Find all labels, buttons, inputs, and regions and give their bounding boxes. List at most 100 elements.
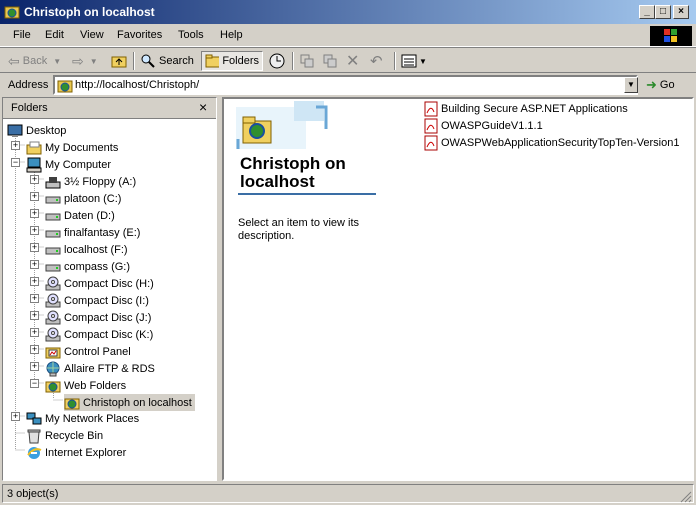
expand-toggle[interactable]: + bbox=[30, 175, 39, 184]
expand-toggle[interactable]: + bbox=[30, 328, 39, 337]
cd-icon bbox=[45, 327, 61, 341]
network-icon bbox=[26, 412, 42, 424]
copy-to-button[interactable] bbox=[322, 51, 338, 71]
delete-button[interactable]: ✕ bbox=[346, 51, 359, 71]
tree-item-my-computer[interactable]: My Computer bbox=[26, 156, 111, 173]
address-value: http://localhost/Christoph/ bbox=[75, 79, 200, 91]
forward-arrow-icon: ⇨ bbox=[72, 52, 84, 69]
tree-item-cd-j[interactable]: Compact Disc (J:) bbox=[45, 309, 151, 326]
collapse-toggle[interactable]: − bbox=[30, 379, 39, 388]
tree-label: Daten (D:) bbox=[64, 209, 115, 222]
tree-item-cd-h[interactable]: Compact Disc (H:) bbox=[45, 275, 154, 292]
tree-item-my-network-places[interactable]: My Network Places bbox=[26, 410, 139, 427]
content-pane[interactable]: Christoph on localhost Select an item to… bbox=[222, 97, 694, 481]
tree-label: Christoph on localhost bbox=[83, 396, 192, 409]
tree-item-floppy-a[interactable]: 3½ Floppy (A:) bbox=[45, 173, 136, 190]
back-button[interactable]: ⇦ Back ▼ bbox=[8, 51, 61, 71]
file-item[interactable]: OWASPWebApplicationSecurityTopTen-Versio… bbox=[424, 134, 679, 151]
file-name: OWASPGuideV1.1.1 bbox=[441, 119, 543, 132]
tree-item-drive-d[interactable]: Daten (D:) bbox=[45, 207, 115, 224]
file-item[interactable]: OWASPGuideV1.1.1 bbox=[424, 117, 543, 134]
expand-toggle[interactable]: + bbox=[30, 243, 39, 252]
tree-label: 3½ Floppy (A:) bbox=[64, 175, 137, 188]
up-folder-icon bbox=[111, 56, 127, 68]
folders-label: Folders bbox=[222, 55, 259, 67]
tree-label: My Network Places bbox=[45, 412, 140, 425]
menu-help[interactable]: Help bbox=[220, 29, 243, 41]
menu-favorites[interactable]: Favorites bbox=[117, 29, 162, 41]
expand-toggle[interactable]: + bbox=[30, 294, 39, 303]
toolbar-separator bbox=[133, 52, 135, 70]
drive-icon bbox=[45, 264, 61, 271]
views-button[interactable]: ▼ bbox=[401, 51, 427, 71]
move-to-button[interactable] bbox=[299, 51, 315, 71]
title-bar[interactable]: Christoph on localhost _ □ × bbox=[0, 0, 696, 24]
tree-item-drive-g[interactable]: compass (G:) bbox=[45, 258, 130, 275]
menu-tools[interactable]: Tools bbox=[178, 29, 204, 41]
menu-view[interactable]: View bbox=[80, 29, 104, 41]
expand-toggle[interactable]: + bbox=[30, 209, 39, 218]
search-button[interactable]: Search bbox=[140, 51, 194, 71]
menu-file[interactable]: File bbox=[13, 29, 31, 41]
expand-toggle[interactable]: + bbox=[30, 345, 39, 354]
expand-toggle[interactable]: + bbox=[30, 277, 39, 286]
up-folder-button[interactable] bbox=[111, 51, 127, 71]
tree-item-web-folders[interactable]: Web Folders bbox=[45, 377, 126, 394]
address-input[interactable]: http://localhost/Christoph/ bbox=[53, 75, 638, 95]
tree-item-desktop[interactable]: Desktop bbox=[7, 122, 66, 139]
folder-tree[interactable]: Desktop + My Documents − My Computer + 3… bbox=[3, 118, 216, 481]
minimize-button[interactable]: _ bbox=[639, 5, 655, 19]
tree-label: localhost (F:) bbox=[64, 243, 128, 256]
close-button[interactable]: × bbox=[673, 5, 689, 19]
drive-icon bbox=[45, 213, 61, 220]
menu-edit[interactable]: Edit bbox=[45, 29, 64, 41]
file-item[interactable]: Building Secure ASP.NET Applications bbox=[424, 100, 628, 117]
folder-icon bbox=[26, 141, 42, 154]
expand-toggle[interactable]: + bbox=[11, 412, 20, 421]
web-folder-large-icon bbox=[242, 116, 272, 144]
expand-toggle[interactable]: + bbox=[30, 362, 39, 371]
web-folders-icon bbox=[45, 381, 61, 392]
expand-toggle[interactable]: + bbox=[30, 260, 39, 269]
undo-icon: ↶ bbox=[370, 53, 383, 70]
tree-item-recycle-bin[interactable]: Recycle Bin bbox=[26, 427, 103, 444]
expand-toggle[interactable]: + bbox=[11, 141, 20, 150]
undo-button[interactable]: ↶ bbox=[370, 51, 383, 71]
go-button[interactable]: ➜ Go bbox=[646, 76, 692, 94]
tree-item-my-documents[interactable]: My Documents bbox=[26, 139, 118, 156]
tree-item-internet-explorer[interactable]: Internet Explorer bbox=[26, 444, 126, 461]
tree-item-allaire-ftp[interactable]: Allaire FTP & RDS bbox=[45, 360, 155, 377]
tree-item-cd-k[interactable]: Compact Disc (K:) bbox=[45, 326, 153, 343]
recycle-bin-icon bbox=[27, 429, 41, 443]
tree-item-christoph-on-localhost[interactable]: Christoph on localhost bbox=[64, 394, 195, 411]
cd-icon bbox=[45, 293, 61, 307]
web-folder-icon bbox=[64, 398, 80, 409]
tree-item-drive-c[interactable]: platoon (C:) bbox=[45, 190, 121, 207]
collapse-toggle[interactable]: − bbox=[11, 158, 20, 167]
status-bar: 3 object(s) bbox=[0, 482, 696, 505]
close-pane-icon[interactable]: × bbox=[199, 99, 207, 115]
tree-item-drive-e[interactable]: finalfantasy (E:) bbox=[45, 224, 140, 241]
maximize-button[interactable]: □ bbox=[655, 5, 671, 19]
tree-item-drive-f[interactable]: localhost (F:) bbox=[45, 241, 128, 258]
address-dropdown-button[interactable]: ▼ bbox=[624, 77, 638, 93]
history-button[interactable] bbox=[268, 51, 286, 71]
tree-label: My Computer bbox=[45, 158, 112, 171]
floppy-icon bbox=[45, 176, 61, 188]
resize-grip-icon[interactable] bbox=[680, 491, 692, 503]
tree-label: Web Folders bbox=[64, 379, 127, 392]
expand-toggle[interactable]: + bbox=[30, 311, 39, 320]
tree-item-cd-i[interactable]: Compact Disc (I:) bbox=[45, 292, 149, 309]
expand-toggle[interactable]: + bbox=[30, 192, 39, 201]
standard-toolbar: ⇦ Back ▼ ⇨ ▼ Search Folders ✕ ↶ ▼ bbox=[0, 47, 696, 73]
file-name: OWASPWebApplicationSecurityTopTen-Versio… bbox=[441, 136, 680, 149]
chevron-down-icon: ▼ bbox=[89, 56, 98, 66]
tree-label: Recycle Bin bbox=[45, 429, 104, 442]
expand-toggle[interactable]: + bbox=[30, 226, 39, 235]
folders-button[interactable]: Folders bbox=[201, 51, 263, 71]
forward-button[interactable]: ⇨ ▼ bbox=[72, 51, 98, 71]
tree-item-control-panel[interactable]: Control Panel bbox=[45, 343, 131, 360]
views-icon bbox=[401, 54, 417, 68]
status-text: 3 object(s) bbox=[2, 484, 694, 503]
toolbar-separator bbox=[394, 52, 396, 70]
